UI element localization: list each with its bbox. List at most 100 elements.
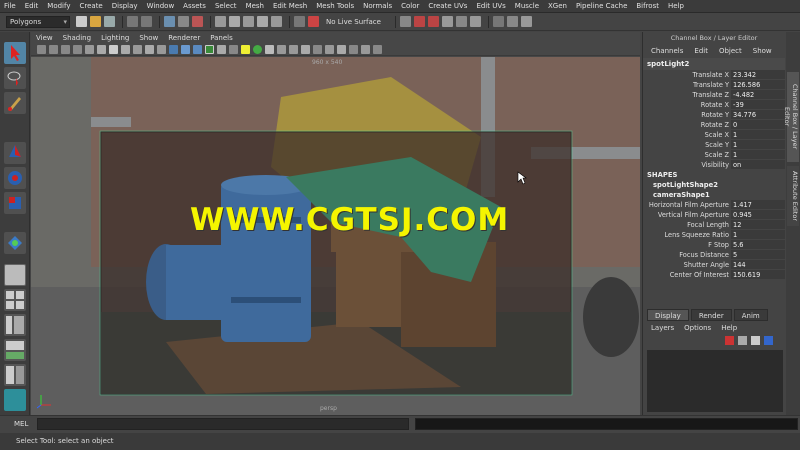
redo-icon[interactable] bbox=[141, 16, 152, 27]
ssao-icon[interactable] bbox=[301, 44, 310, 54]
panel-menu-panels[interactable]: Panels bbox=[210, 34, 233, 42]
gate-mask-icon[interactable] bbox=[121, 44, 130, 54]
attr-row-shutter-angle[interactable]: Shutter Angle 144 bbox=[643, 260, 785, 270]
select-hierarchy-icon[interactable] bbox=[164, 16, 175, 27]
lasso-tool-icon[interactable] bbox=[4, 67, 26, 89]
attr-row-scale-z[interactable]: Scale Z1 bbox=[643, 150, 785, 160]
new-scene-icon[interactable] bbox=[76, 16, 87, 27]
attr-value-field[interactable]: 150.619 bbox=[731, 270, 785, 280]
film-gate-icon[interactable] bbox=[97, 44, 106, 54]
new-layer-selected-icon[interactable] bbox=[738, 336, 747, 345]
move-tool-icon[interactable] bbox=[4, 142, 26, 164]
panel-menu-show[interactable]: Show bbox=[139, 34, 158, 42]
attr-row-visibility[interactable]: Visibility on bbox=[643, 160, 785, 170]
multisample-aa-icon[interactable] bbox=[325, 44, 334, 54]
four-pane-layout-icon[interactable] bbox=[4, 289, 26, 311]
ambient-occlusion-icon[interactable] bbox=[253, 44, 262, 54]
exposure-icon[interactable] bbox=[349, 44, 358, 54]
menu-create-uvs[interactable]: Create UVs bbox=[428, 2, 467, 10]
layer-options-icon[interactable] bbox=[751, 336, 760, 345]
wireframe-on-shaded-icon[interactable] bbox=[193, 44, 202, 54]
attr-value-field[interactable]: 5.6 bbox=[731, 240, 785, 250]
single-pane-layout-icon[interactable] bbox=[4, 264, 26, 286]
attr-value-field[interactable]: -39 bbox=[731, 100, 785, 110]
attr-row-vertical-film-aperture[interactable]: Vertical Film Aperture 0.945 bbox=[643, 210, 785, 220]
attr-row-translate-y[interactable]: Translate Y 126.586 bbox=[643, 80, 785, 90]
attr-row-translate-x[interactable]: Translate X 23.342 bbox=[643, 70, 785, 80]
attr-row-rotate-x[interactable]: Rotate X -39 bbox=[643, 100, 785, 110]
attr-value-field[interactable]: 0.945 bbox=[731, 210, 785, 220]
user-icon[interactable] bbox=[492, 16, 504, 27]
gamma-icon[interactable] bbox=[361, 44, 370, 54]
render-view-icon[interactable] bbox=[469, 16, 481, 27]
attr-value-field[interactable]: 126.586 bbox=[731, 80, 785, 90]
camera-attributes-icon[interactable] bbox=[49, 44, 58, 54]
wireframe-icon[interactable] bbox=[169, 44, 178, 54]
grid-icon[interactable] bbox=[85, 44, 94, 54]
mel-input[interactable] bbox=[37, 418, 409, 430]
layer-menu-options[interactable]: Options bbox=[684, 324, 711, 332]
menu-normals[interactable]: Normals bbox=[363, 2, 392, 10]
snap-point-icon[interactable] bbox=[243, 16, 254, 27]
depth-of-field-icon[interactable] bbox=[337, 44, 346, 54]
attr-value-field[interactable]: 1 bbox=[731, 150, 785, 160]
attr-value-field[interactable]: 34.776 bbox=[731, 110, 785, 120]
xray-joints-icon[interactable] bbox=[289, 44, 298, 54]
attr-value-field[interactable]: 1 bbox=[731, 140, 785, 150]
save-scene-icon[interactable] bbox=[104, 16, 115, 27]
field-chart-icon[interactable] bbox=[133, 44, 142, 54]
attr-row-scale-y[interactable]: Scale Y1 bbox=[643, 140, 785, 150]
ipr-render-icon[interactable] bbox=[427, 16, 439, 27]
render-frame-icon[interactable] bbox=[413, 16, 425, 27]
resolution-gate-icon[interactable] bbox=[109, 44, 118, 54]
panel-menu-lighting[interactable]: Lighting bbox=[101, 34, 129, 42]
hypershade-icon[interactable] bbox=[455, 16, 467, 27]
attr-row-focus-distance[interactable]: Focus Distance 5 bbox=[643, 250, 785, 260]
menu-mesh[interactable]: Mesh bbox=[246, 2, 264, 10]
open-scene-icon[interactable] bbox=[90, 16, 101, 27]
magnet-icon[interactable] bbox=[308, 16, 319, 27]
safe-title-icon[interactable] bbox=[157, 44, 166, 54]
shape-name-light[interactable]: spotLightShape2 bbox=[643, 180, 785, 190]
motion-blur-icon[interactable] bbox=[313, 44, 322, 54]
select-tool-icon[interactable] bbox=[4, 42, 26, 64]
attr-value-field[interactable]: 1.417 bbox=[731, 200, 785, 210]
menu-pipeline-cache[interactable]: Pipeline Cache bbox=[576, 2, 627, 10]
persp-hypershade-layout-icon[interactable] bbox=[4, 364, 26, 386]
attr-value-field[interactable]: 144 bbox=[731, 260, 785, 270]
channel-menu-object[interactable]: Object bbox=[719, 47, 742, 55]
menu-edit[interactable]: Edit bbox=[25, 2, 39, 10]
attr-row-center-of-interest[interactable]: Center Of Interest 150.619 bbox=[643, 270, 785, 280]
shadows-icon[interactable] bbox=[229, 44, 238, 54]
snap-plane-icon[interactable] bbox=[257, 16, 268, 27]
menu-edit-mesh[interactable]: Edit Mesh bbox=[273, 2, 307, 10]
image-plane-icon[interactable] bbox=[73, 44, 82, 54]
layer-menu-help[interactable]: Help bbox=[721, 324, 737, 332]
modeling-toolkit-icon[interactable] bbox=[506, 16, 518, 27]
smooth-shade-icon[interactable] bbox=[181, 44, 190, 54]
render-settings-icon[interactable] bbox=[441, 16, 453, 27]
outliner-icon[interactable] bbox=[4, 389, 26, 411]
attr-row-focal-length[interactable]: Focal Length 12 bbox=[643, 220, 785, 230]
attr-row-f-stop[interactable]: F Stop 5.6 bbox=[643, 240, 785, 250]
tab-display[interactable]: Display bbox=[647, 309, 689, 321]
channel-menu-edit[interactable]: Edit bbox=[694, 47, 708, 55]
menu-muscle[interactable]: Muscle bbox=[515, 2, 539, 10]
menu-help[interactable]: Help bbox=[668, 2, 684, 10]
scale-tool-icon[interactable] bbox=[4, 192, 26, 214]
menu-display[interactable]: Display bbox=[112, 2, 138, 10]
attr-value-field[interactable]: 0 bbox=[731, 120, 785, 130]
menu-select[interactable]: Select bbox=[215, 2, 237, 10]
snap-grid-icon[interactable] bbox=[215, 16, 226, 27]
tab-anim[interactable]: Anim bbox=[733, 309, 768, 321]
tab-channel-box[interactable]: Channel Box / Layer Editor bbox=[783, 72, 799, 162]
layer-list[interactable] bbox=[647, 350, 783, 412]
attr-value-field[interactable]: 1 bbox=[731, 130, 785, 140]
select-object-icon[interactable] bbox=[178, 16, 189, 27]
menu-assets[interactable]: Assets bbox=[183, 2, 206, 10]
panel-menu-view[interactable]: View bbox=[36, 34, 53, 42]
undo-icon[interactable] bbox=[127, 16, 138, 27]
channel-menu-show[interactable]: Show bbox=[753, 47, 772, 55]
textured-icon[interactable] bbox=[205, 44, 214, 54]
panel-menu-renderer[interactable]: Renderer bbox=[168, 34, 200, 42]
